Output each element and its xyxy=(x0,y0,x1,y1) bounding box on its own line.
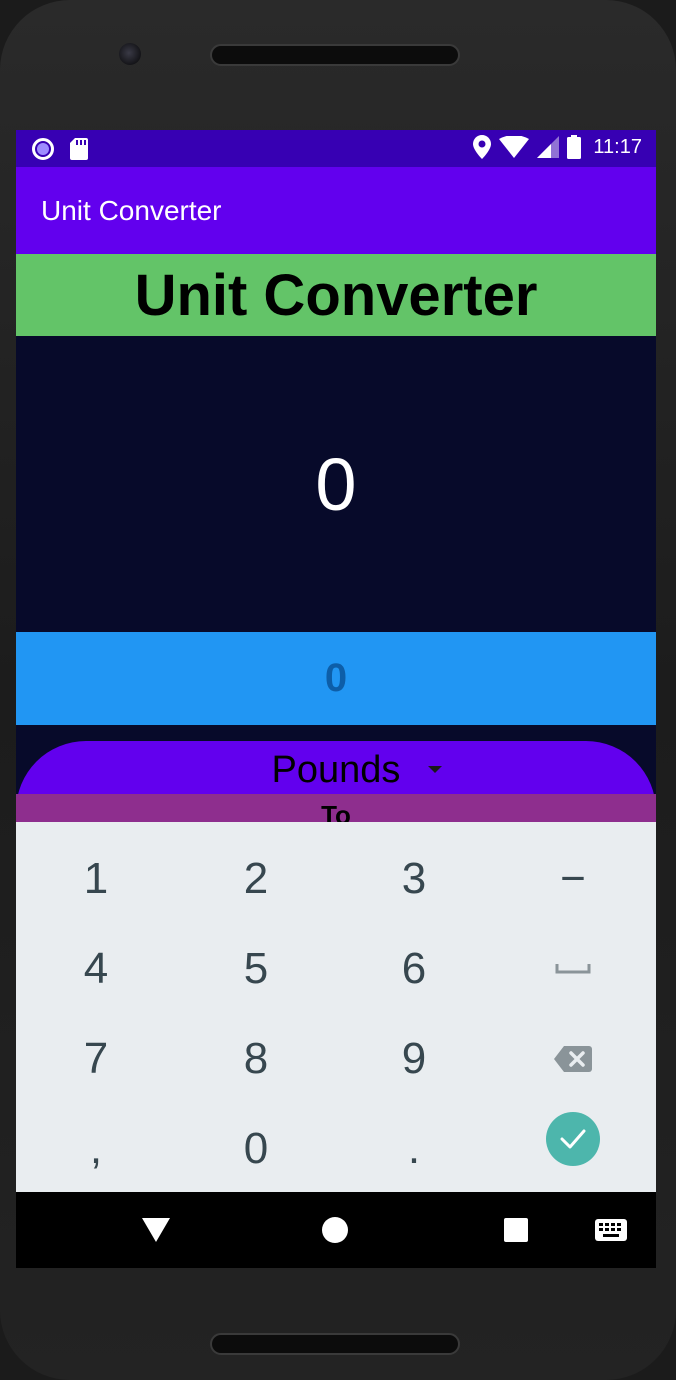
status-bar: 11:17 xyxy=(16,130,656,167)
key-0[interactable]: 0 xyxy=(176,1104,336,1194)
recents-icon xyxy=(504,1218,528,1242)
key-7[interactable]: 7 xyxy=(16,1014,176,1104)
back-icon xyxy=(142,1218,170,1242)
page-heading: Unit Converter xyxy=(134,262,538,328)
status-clock: 11:17 xyxy=(593,135,642,158)
key-backspace[interactable] xyxy=(493,1014,653,1104)
home-icon xyxy=(322,1217,348,1243)
phone-frame: 11:17 Unit Converter Unit Converter 0 Po… xyxy=(0,0,676,1380)
dropdown-arrow-icon xyxy=(428,766,442,773)
screen-record-icon xyxy=(32,138,54,160)
app-bar-title: Unit Converter xyxy=(41,195,222,226)
device-screen: 11:17 Unit Converter Unit Converter 0 Po… xyxy=(16,130,656,1268)
key-9[interactable]: 9 xyxy=(334,1014,494,1104)
key-6[interactable]: 6 xyxy=(334,924,494,1014)
app-bar: Unit Converter xyxy=(16,167,656,254)
key-5[interactable]: 5 xyxy=(176,924,336,1014)
unit-spinner-selected: Pounds xyxy=(271,749,401,791)
key-2[interactable]: 2 xyxy=(176,834,336,924)
wifi-icon xyxy=(499,136,530,158)
input-band xyxy=(16,631,656,726)
signal-icon xyxy=(537,136,560,158)
earpiece-speaker xyxy=(210,44,460,66)
sd-card-icon xyxy=(70,138,88,160)
value-input[interactable] xyxy=(16,631,656,726)
recents-button[interactable] xyxy=(486,1192,546,1268)
space-icon xyxy=(555,964,591,974)
numeric-keyboard: 1 2 3 − 4 5 6 7 8 9 , 0 . xyxy=(16,822,656,1192)
key-comma[interactable]: , xyxy=(16,1104,176,1194)
check-icon xyxy=(560,1129,586,1149)
back-button[interactable] xyxy=(126,1192,186,1268)
key-8[interactable]: 8 xyxy=(176,1014,336,1104)
home-button[interactable] xyxy=(305,1192,365,1268)
result-display: 0 xyxy=(16,336,656,632)
keyboard-switch-button[interactable] xyxy=(581,1192,641,1268)
to-label: To xyxy=(321,800,351,824)
key-4[interactable]: 4 xyxy=(16,924,176,1014)
done-button[interactable] xyxy=(546,1112,600,1166)
battery-icon xyxy=(567,135,582,159)
front-camera xyxy=(119,43,141,65)
result-value: 0 xyxy=(315,442,357,526)
navigation-bar xyxy=(16,1192,656,1268)
key-minus[interactable]: − xyxy=(493,834,653,924)
backspace-icon xyxy=(554,1046,592,1072)
key-3[interactable]: 3 xyxy=(334,834,494,924)
key-1[interactable]: 1 xyxy=(16,834,176,924)
heading-band: Unit Converter xyxy=(16,254,656,336)
key-space[interactable] xyxy=(493,924,653,1014)
to-band: To xyxy=(16,794,656,824)
key-done[interactable] xyxy=(493,1094,653,1184)
bottom-speaker xyxy=(210,1333,460,1355)
key-period[interactable]: . xyxy=(334,1104,494,1194)
location-icon xyxy=(473,135,492,159)
keyboard-switch-icon xyxy=(595,1219,627,1241)
